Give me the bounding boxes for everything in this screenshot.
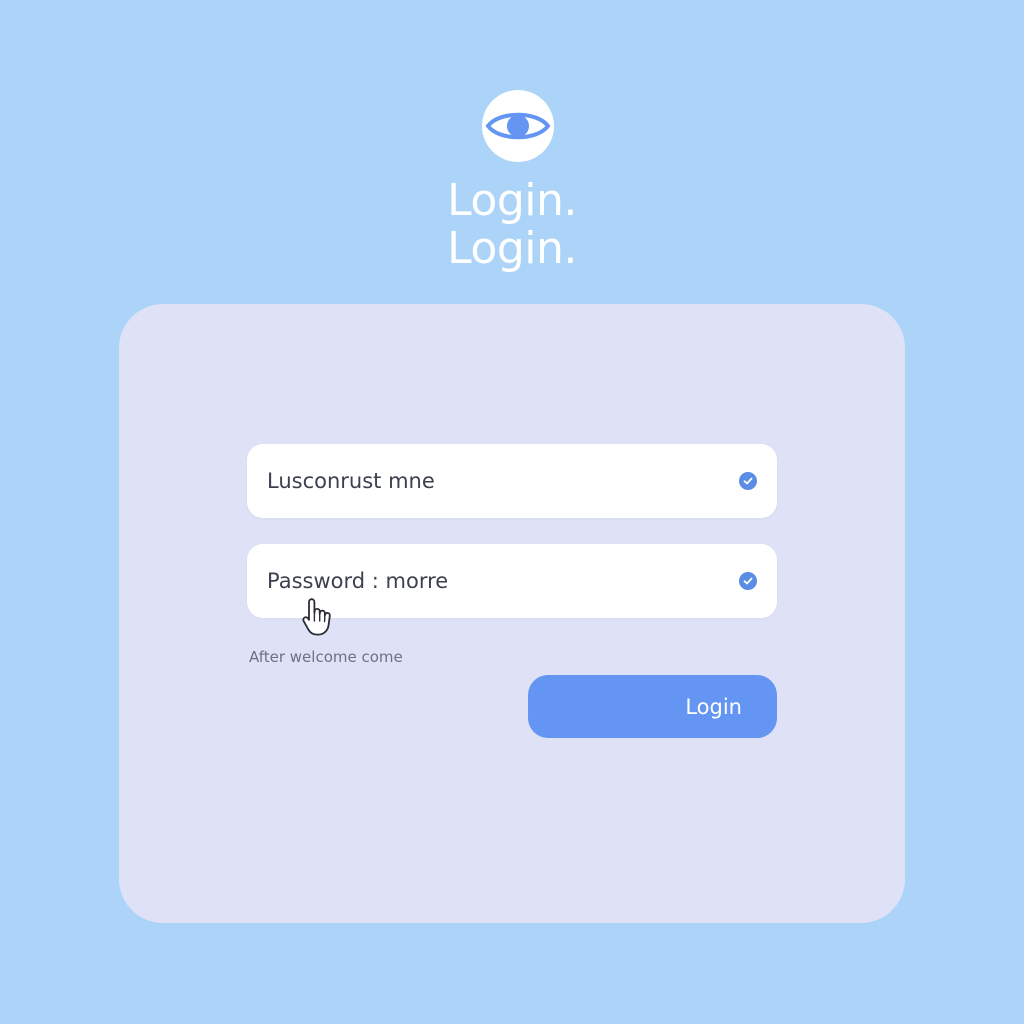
- username-field[interactable]: [247, 444, 777, 518]
- username-input[interactable]: [267, 444, 707, 518]
- helper-text: After welcome come: [249, 648, 403, 666]
- login-button[interactable]: Login: [528, 675, 777, 738]
- check-circle-icon: [739, 472, 757, 490]
- check-circle-icon: [739, 572, 757, 590]
- app-logo: [482, 90, 554, 162]
- page-title: Login.: [447, 175, 577, 226]
- hand-pointer-icon: [302, 598, 331, 636]
- eye-icon: [485, 112, 551, 140]
- page-subtitle: Login.: [447, 223, 577, 274]
- login-card: After welcome come Login: [119, 304, 905, 923]
